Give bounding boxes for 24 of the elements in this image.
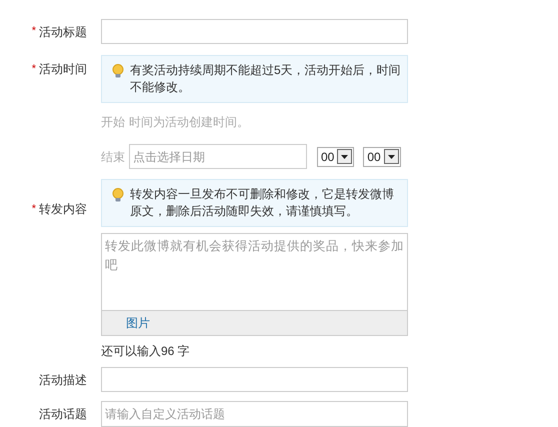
time-select[interactable]: 00 xyxy=(363,146,401,166)
char-counter: 还可以输入96 字 xyxy=(101,343,191,360)
required-mark: * xyxy=(32,202,36,217)
field-label: 活动时间 xyxy=(39,61,87,78)
topic-field[interactable]: 请输入自定义活动话题 xyxy=(101,401,408,427)
tip-text: 转发内容一旦发布不可删除和修改，它是转发微博原文，删除后活动随即失效，请谨慎填写。 xyxy=(130,186,395,220)
date-field[interactable]: 点击选择日期 xyxy=(129,144,307,169)
field-label: 活动描述 xyxy=(39,372,87,388)
tip-text: 有奖活动持续周期不能超过5天，活动开始后，时间不能修改。 xyxy=(130,62,401,96)
content-textarea[interactable]: 转发此微博就有机会获得活动提供的奖品，快来参加吧 xyxy=(101,233,408,311)
end-label: 结束 xyxy=(101,148,125,166)
description-field[interactable] xyxy=(101,367,408,392)
start-label: 开始 xyxy=(101,114,125,131)
field-label: 转发内容 xyxy=(39,201,87,218)
time-select[interactable]: 00 xyxy=(317,146,354,166)
start-note: 时间为活动创建时间。 xyxy=(129,114,249,131)
required-mark: * xyxy=(32,24,36,40)
lightbulb-icon xyxy=(112,64,124,78)
lightbulb-icon xyxy=(112,188,124,202)
field-label: 活动标题 xyxy=(39,24,87,40)
picture-link[interactable]: 图片 xyxy=(126,314,150,332)
required-mark: * xyxy=(32,62,36,77)
field-label: 活动话题 xyxy=(39,406,87,423)
title-field[interactable] xyxy=(101,19,408,44)
